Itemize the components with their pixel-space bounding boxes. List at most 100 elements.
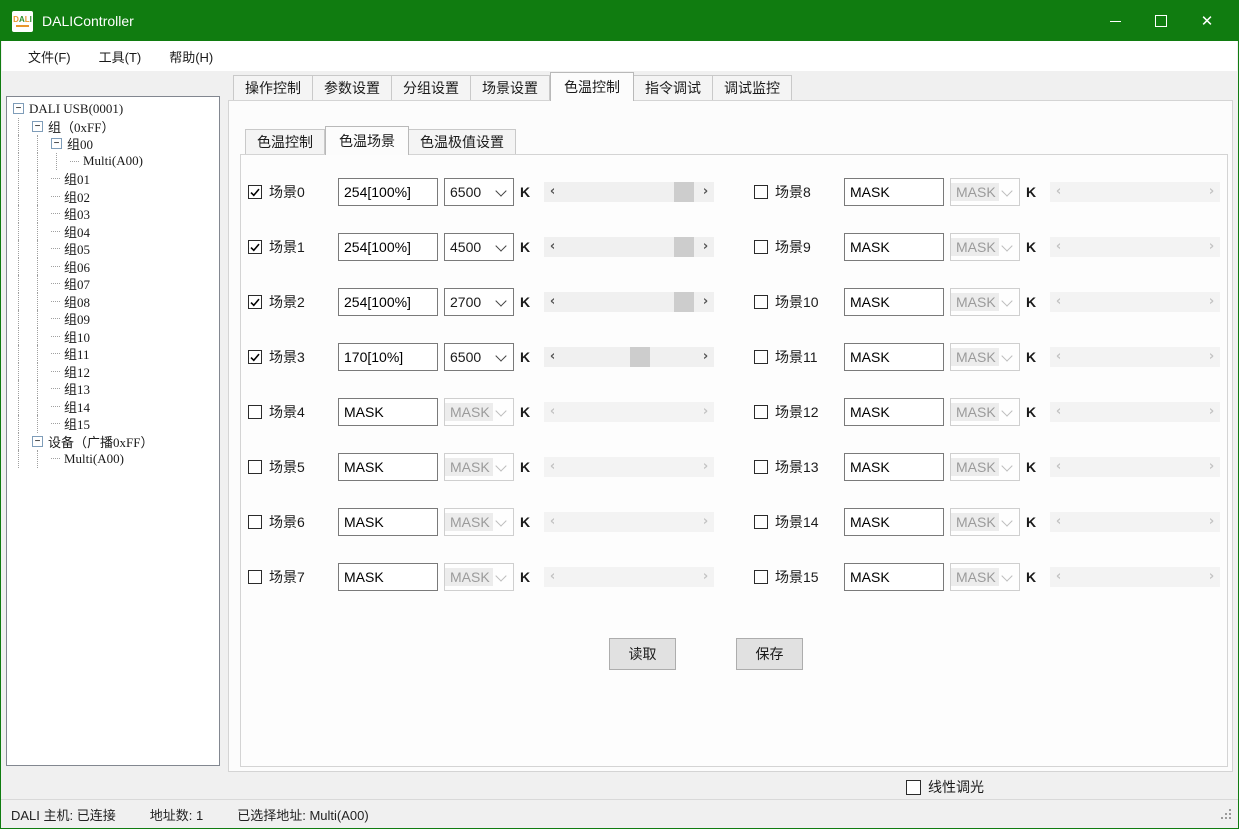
scene-2-temp-dropdown[interactable]: 2700 bbox=[444, 288, 514, 316]
scroll-right-icon[interactable]: › bbox=[697, 292, 714, 312]
scene-1-temp-dropdown[interactable]: 4500 bbox=[444, 233, 514, 261]
scene-2-temp-scrollbar[interactable]: ‹ › bbox=[544, 292, 714, 312]
scene-6-checkbox[interactable] bbox=[248, 515, 262, 529]
scene-2-value-input[interactable] bbox=[338, 288, 438, 316]
scene-0-temp-scrollbar[interactable]: ‹ › bbox=[544, 182, 714, 202]
scrollbar-track[interactable] bbox=[561, 182, 697, 202]
read-button[interactable]: 读取 bbox=[609, 638, 676, 670]
scene-4-checkbox[interactable] bbox=[248, 405, 262, 419]
tab-5[interactable]: 指令调试 bbox=[634, 75, 713, 100]
scene-9-value-input[interactable] bbox=[844, 233, 944, 261]
scene-14-value-input[interactable] bbox=[844, 508, 944, 536]
scrollbar-track[interactable] bbox=[561, 292, 697, 312]
scene-5-value-input[interactable] bbox=[338, 453, 438, 481]
scene-12-checkbox[interactable] bbox=[754, 405, 768, 419]
tree-item[interactable]: −设备（广播0xFF） bbox=[13, 433, 219, 451]
tree-item[interactable]: Multi(A00) bbox=[13, 450, 219, 468]
scene-13-value-input[interactable] bbox=[844, 453, 944, 481]
scene-3-temp-scrollbar[interactable]: ‹ › bbox=[544, 347, 714, 367]
tree-expand-icon[interactable]: − bbox=[32, 121, 43, 132]
scrollbar-track[interactable] bbox=[561, 347, 697, 367]
subtab-0[interactable]: 色温控制 bbox=[245, 129, 325, 154]
scene-8-checkbox[interactable] bbox=[754, 185, 768, 199]
tree-item[interactable]: 组08 bbox=[13, 293, 219, 311]
tab-0[interactable]: 操作控制 bbox=[233, 75, 313, 100]
scene-6-value-input[interactable] bbox=[338, 508, 438, 536]
scene-15-value-input[interactable] bbox=[844, 563, 944, 591]
scrollbar-thumb[interactable] bbox=[674, 182, 694, 202]
scrollbar-thumb[interactable] bbox=[630, 347, 650, 367]
subtab-2[interactable]: 色温极值设置 bbox=[409, 129, 516, 154]
tree-expand-icon[interactable]: − bbox=[13, 103, 24, 114]
scene-12-value-input[interactable] bbox=[844, 398, 944, 426]
tab-3[interactable]: 场景设置 bbox=[471, 75, 550, 100]
scene-14-checkbox[interactable] bbox=[754, 515, 768, 529]
scene-1-checkbox[interactable] bbox=[248, 240, 262, 254]
linear-dimming-option[interactable]: 线性调光 bbox=[906, 777, 984, 797]
scene-8-value-input[interactable] bbox=[844, 178, 944, 206]
tree-item[interactable]: 组09 bbox=[13, 310, 219, 328]
scene-4-value-input[interactable] bbox=[338, 398, 438, 426]
tree-item[interactable]: 组03 bbox=[13, 205, 219, 223]
tree-item[interactable]: 组07 bbox=[13, 275, 219, 293]
save-button[interactable]: 保存 bbox=[736, 638, 803, 670]
menu-tools[interactable]: 工具(T) bbox=[85, 41, 156, 71]
subtab-1[interactable]: 色温场景 bbox=[325, 126, 409, 155]
scroll-left-icon[interactable]: ‹ bbox=[544, 347, 561, 367]
tree-item[interactable]: 组02 bbox=[13, 188, 219, 206]
tab-2[interactable]: 分组设置 bbox=[392, 75, 471, 100]
scene-1-value-input[interactable] bbox=[338, 233, 438, 261]
scene-0-temp-dropdown[interactable]: 6500 bbox=[444, 178, 514, 206]
scene-15-checkbox[interactable] bbox=[754, 570, 768, 584]
maximize-button[interactable] bbox=[1138, 1, 1184, 41]
scroll-right-icon[interactable]: › bbox=[697, 237, 714, 257]
close-button[interactable]: ✕ bbox=[1184, 1, 1230, 41]
scene-3-temp-dropdown[interactable]: 6500 bbox=[444, 343, 514, 371]
tab-4[interactable]: 色温控制 bbox=[550, 72, 634, 101]
linear-dimming-checkbox[interactable] bbox=[906, 780, 921, 795]
scene-2-checkbox[interactable] bbox=[248, 295, 262, 309]
resize-grip[interactable] bbox=[1219, 809, 1231, 821]
menu-file[interactable]: 文件(F) bbox=[14, 41, 85, 71]
scene-7-value-input[interactable] bbox=[338, 563, 438, 591]
minimize-button[interactable] bbox=[1092, 1, 1138, 41]
tree-item[interactable]: −DALI USB(0001) bbox=[13, 100, 219, 118]
scene-10-checkbox[interactable] bbox=[754, 295, 768, 309]
scroll-left-icon[interactable]: ‹ bbox=[544, 292, 561, 312]
tree-item[interactable]: 组15 bbox=[13, 415, 219, 433]
tree-item[interactable]: 组13 bbox=[13, 380, 219, 398]
scrollbar-thumb[interactable] bbox=[674, 292, 694, 312]
tree-item[interactable]: 组05 bbox=[13, 240, 219, 258]
scroll-left-icon[interactable]: ‹ bbox=[544, 182, 561, 202]
scene-11-value-input[interactable] bbox=[844, 343, 944, 371]
scroll-right-icon[interactable]: › bbox=[697, 182, 714, 202]
scene-13-checkbox[interactable] bbox=[754, 460, 768, 474]
tree-item[interactable]: 组01 bbox=[13, 170, 219, 188]
scene-3-checkbox[interactable] bbox=[248, 350, 262, 364]
tree-expand-icon[interactable]: − bbox=[51, 138, 62, 149]
scroll-left-icon[interactable]: ‹ bbox=[544, 237, 561, 257]
tree-item[interactable]: 组11 bbox=[13, 345, 219, 363]
tree-item[interactable]: −组（0xFF） bbox=[13, 118, 219, 136]
tree-item[interactable]: 组12 bbox=[13, 363, 219, 381]
scene-10-value-input[interactable] bbox=[844, 288, 944, 316]
scene-0-checkbox[interactable] bbox=[248, 185, 262, 199]
scrollbar-thumb[interactable] bbox=[674, 237, 694, 257]
scene-1-temp-scrollbar[interactable]: ‹ › bbox=[544, 237, 714, 257]
scroll-right-icon[interactable]: › bbox=[697, 347, 714, 367]
scene-11-checkbox[interactable] bbox=[754, 350, 768, 364]
tree-item[interactable]: −组00 bbox=[13, 135, 219, 153]
scene-9-checkbox[interactable] bbox=[754, 240, 768, 254]
menu-help[interactable]: 帮助(H) bbox=[155, 41, 227, 71]
tree-item[interactable]: Multi(A00) bbox=[13, 153, 219, 171]
tab-1[interactable]: 参数设置 bbox=[313, 75, 392, 100]
scrollbar-track[interactable] bbox=[561, 237, 697, 257]
scene-3-value-input[interactable] bbox=[338, 343, 438, 371]
scene-5-checkbox[interactable] bbox=[248, 460, 262, 474]
tree-item[interactable]: 组14 bbox=[13, 398, 219, 416]
tree-expand-icon[interactable]: − bbox=[32, 436, 43, 447]
tree-item[interactable]: 组10 bbox=[13, 328, 219, 346]
tree-item[interactable]: 组06 bbox=[13, 258, 219, 276]
tree-item[interactable]: 组04 bbox=[13, 223, 219, 241]
tab-6[interactable]: 调试监控 bbox=[713, 75, 792, 100]
